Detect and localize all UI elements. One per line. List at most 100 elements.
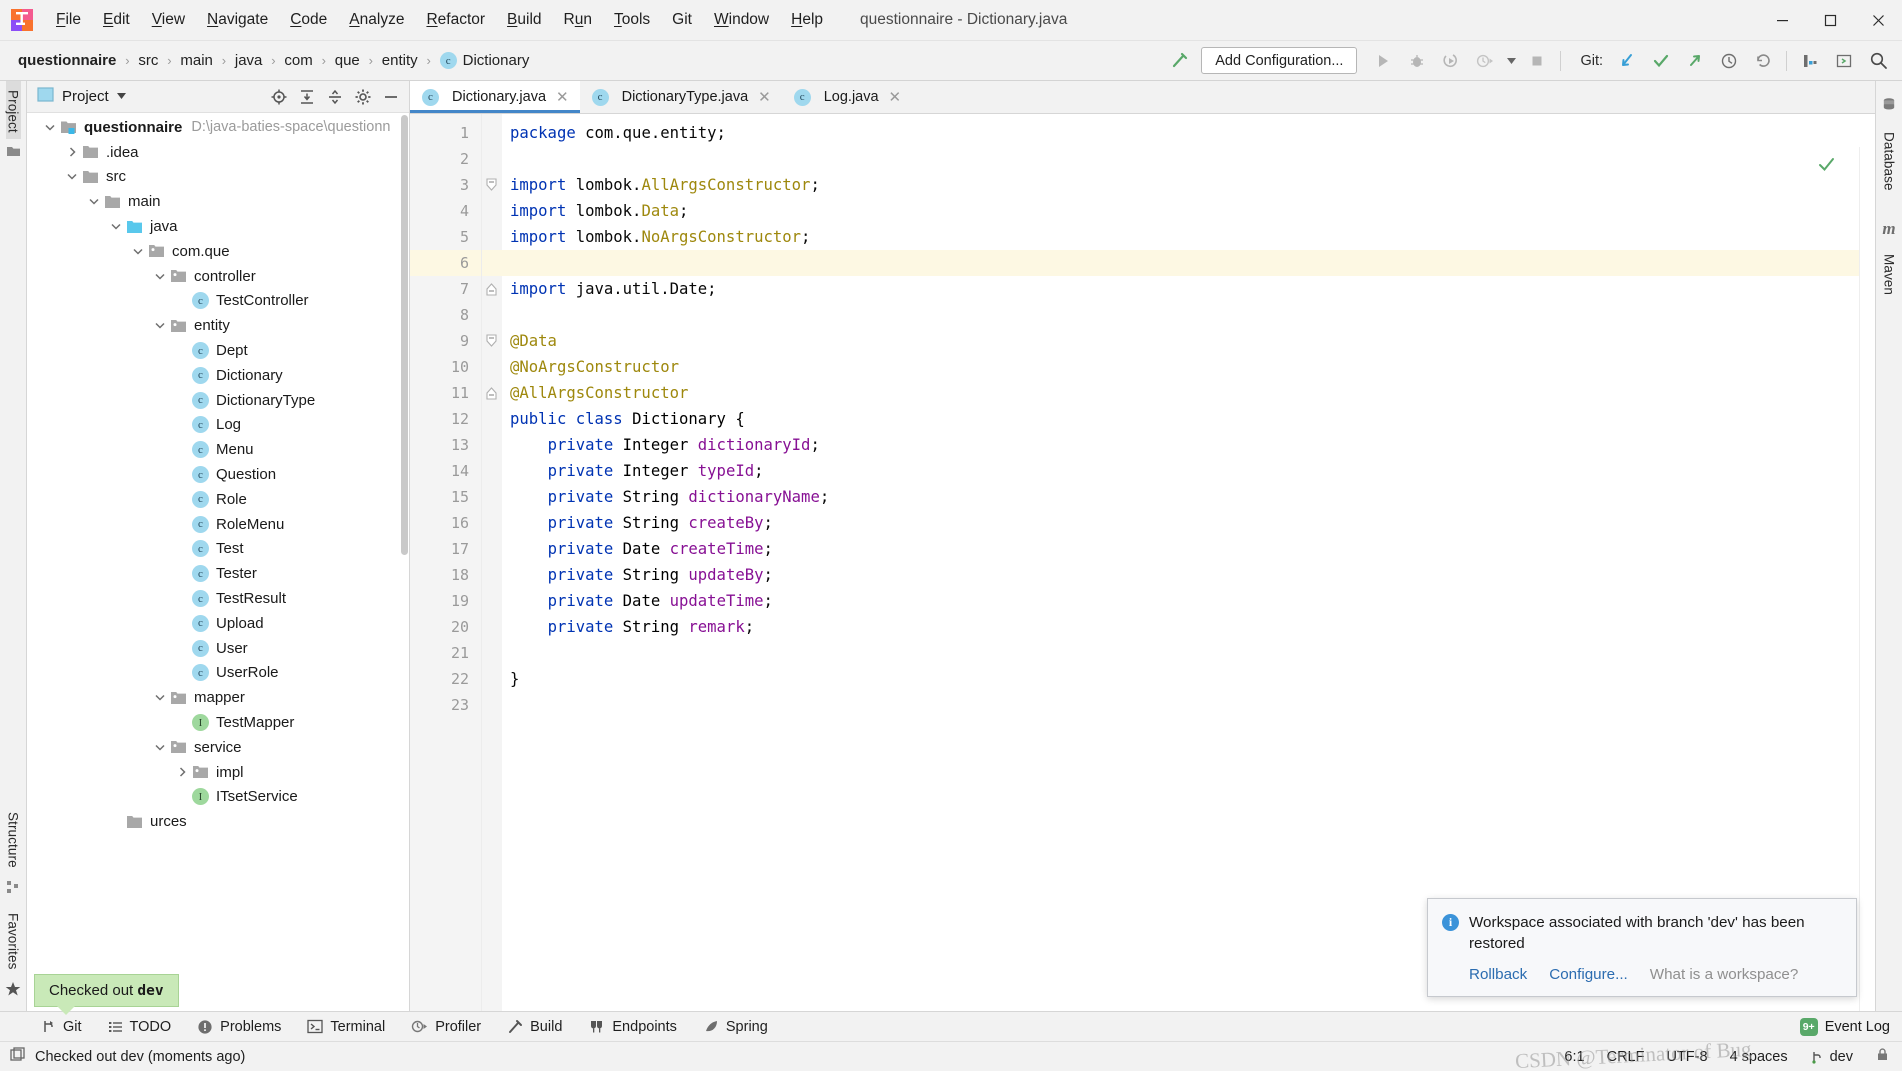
error-stripe-gutter[interactable] bbox=[1859, 147, 1875, 1011]
tree-expand-arrow[interactable] bbox=[129, 248, 147, 255]
tree-node-mapper[interactable]: mapper bbox=[27, 685, 409, 710]
fold-marker[interactable] bbox=[482, 172, 502, 198]
git-branch-widget[interactable]: dev bbox=[1810, 1049, 1853, 1065]
code-line[interactable]: import lombok.NoArgsConstructor; bbox=[510, 224, 1875, 250]
tree-node--idea[interactable]: .idea bbox=[27, 140, 409, 165]
tree-node-entity[interactable]: entity bbox=[27, 313, 409, 338]
close-icon[interactable]: ✕ bbox=[758, 88, 771, 106]
search-icon[interactable] bbox=[1862, 46, 1894, 76]
code-line[interactable]: package com.que.entity; bbox=[510, 120, 1875, 146]
code-line[interactable] bbox=[502, 250, 1875, 276]
tree-expand-arrow[interactable] bbox=[63, 173, 81, 180]
code-line[interactable]: private Integer typeId; bbox=[510, 458, 1875, 484]
code-line[interactable]: import lombok.Data; bbox=[510, 198, 1875, 224]
star-icon[interactable] bbox=[5, 981, 21, 1001]
tree-expand-arrow[interactable] bbox=[85, 198, 103, 205]
add-configuration-button[interactable]: Add Configuration... bbox=[1201, 47, 1357, 74]
breadcrumb-item-0[interactable]: questionnaire bbox=[14, 50, 120, 71]
inspection-ok-icon[interactable] bbox=[1818, 156, 1835, 178]
event-log-button[interactable]: Event Log bbox=[1825, 1019, 1890, 1035]
tree-expand-arrow[interactable] bbox=[63, 147, 81, 157]
run-icon[interactable] bbox=[1367, 46, 1399, 76]
tree-node-testmapper[interactable]: ITestMapper bbox=[27, 710, 409, 735]
tool-tab-todo[interactable]: TODO bbox=[95, 1019, 185, 1035]
tool-tab-git[interactable]: Git bbox=[28, 1019, 95, 1035]
menu-help[interactable]: Help bbox=[780, 7, 834, 33]
code-line[interactable]: private Date createTime; bbox=[510, 536, 1875, 562]
tree-node-java[interactable]: java bbox=[27, 214, 409, 239]
git-rollback-icon[interactable] bbox=[1747, 46, 1779, 76]
menu-build[interactable]: Build bbox=[496, 7, 552, 33]
code-line[interactable]: @NoArgsConstructor bbox=[510, 354, 1875, 380]
rail-button-database[interactable]: Database bbox=[1882, 123, 1897, 197]
stop-icon[interactable] bbox=[1521, 46, 1553, 76]
tree-node-menu[interactable]: cMenu bbox=[27, 437, 409, 462]
structure-icon[interactable] bbox=[6, 880, 20, 898]
configure-link[interactable]: Configure... bbox=[1549, 966, 1628, 983]
code-line[interactable]: public class Dictionary { bbox=[510, 406, 1875, 432]
code-line[interactable]: import lombok.AllArgsConstructor; bbox=[510, 172, 1875, 198]
tree-node-userrole[interactable]: cUserRole bbox=[27, 661, 409, 686]
code-line[interactable]: import java.util.Date; bbox=[510, 276, 1875, 302]
breadcrumb-item-3[interactable]: java bbox=[231, 50, 267, 71]
git-history-icon[interactable] bbox=[1713, 46, 1745, 76]
code-line[interactable]: private Date updateTime; bbox=[510, 588, 1875, 614]
caret-position[interactable]: 6:1 bbox=[1564, 1049, 1584, 1065]
chevron-down-icon[interactable] bbox=[1503, 46, 1519, 76]
code-line[interactable]: private String updateBy; bbox=[510, 562, 1875, 588]
tree-expand-arrow[interactable] bbox=[151, 273, 169, 280]
tree-node-user[interactable]: cUser bbox=[27, 636, 409, 661]
editor-tab-dictionary-java[interactable]: cDictionary.java✕ bbox=[410, 81, 580, 113]
rail-button-structure[interactable]: Structure bbox=[6, 803, 21, 874]
maven-icon[interactable]: m bbox=[1882, 219, 1895, 239]
tree-node-service[interactable]: service bbox=[27, 735, 409, 760]
editor-tab-dictionarytype-java[interactable]: cDictionaryType.java✕ bbox=[580, 81, 782, 113]
status-message[interactable]: Checked out dev (moments ago) bbox=[35, 1049, 245, 1065]
tree-node-questionnaire[interactable]: questionnaireD:\java-baties-space\questi… bbox=[27, 115, 409, 140]
git-push-icon[interactable] bbox=[1679, 46, 1711, 76]
tree-node-urces[interactable]: urces bbox=[27, 809, 409, 834]
code-line[interactable] bbox=[510, 692, 1875, 718]
code-line[interactable] bbox=[510, 640, 1875, 666]
close-button[interactable] bbox=[1854, 0, 1902, 41]
tool-tab-problems[interactable]: Problems bbox=[184, 1019, 294, 1035]
tree-expand-arrow[interactable] bbox=[151, 694, 169, 701]
menu-tools[interactable]: Tools bbox=[603, 7, 661, 33]
breadcrumb-item-file[interactable]: c Dictionary bbox=[436, 50, 534, 71]
tree-expand-arrow[interactable] bbox=[173, 767, 191, 777]
hide-panel-icon[interactable] bbox=[379, 85, 403, 109]
git-commit-icon[interactable] bbox=[1645, 46, 1677, 76]
what-is-a-workspace-link[interactable]: What is a workspace? bbox=[1650, 966, 1799, 983]
folder-icon[interactable] bbox=[6, 145, 21, 162]
tree-node-controller[interactable]: controller bbox=[27, 264, 409, 289]
tree-node-impl[interactable]: impl bbox=[27, 760, 409, 785]
tool-tab-spring[interactable]: Spring bbox=[690, 1019, 781, 1035]
lock-icon[interactable] bbox=[1875, 1047, 1890, 1066]
code-line[interactable]: private String createBy; bbox=[510, 510, 1875, 536]
breadcrumb-item-2[interactable]: main bbox=[176, 50, 217, 71]
menu-file[interactable]: File bbox=[45, 7, 92, 33]
editor-tab-log-java[interactable]: cLog.java✕ bbox=[782, 81, 912, 113]
line-separator[interactable]: CRLF bbox=[1607, 1049, 1645, 1065]
collapse-all-icon[interactable] bbox=[323, 85, 347, 109]
debug-icon[interactable] bbox=[1401, 46, 1433, 76]
tree-expand-arrow[interactable] bbox=[151, 322, 169, 329]
code-line[interactable]: @AllArgsConstructor bbox=[510, 380, 1875, 406]
tree-node-itsetservice[interactable]: IITsetService bbox=[27, 785, 409, 810]
close-icon[interactable]: ✕ bbox=[556, 88, 569, 106]
tool-tab-terminal[interactable]: Terminal bbox=[294, 1019, 398, 1035]
database-icon[interactable] bbox=[1881, 97, 1897, 117]
fold-marker[interactable] bbox=[482, 328, 502, 354]
code-folding-gutter[interactable] bbox=[482, 114, 502, 1011]
fold-marker[interactable] bbox=[482, 276, 502, 302]
breadcrumb-item-1[interactable]: src bbox=[134, 50, 162, 71]
tree-node-tester[interactable]: cTester bbox=[27, 561, 409, 586]
expand-all-icon[interactable] bbox=[295, 85, 319, 109]
code-line[interactable]: } bbox=[510, 666, 1875, 692]
code-line[interactable]: private String dictionaryName; bbox=[510, 484, 1875, 510]
tree-node-test[interactable]: cTest bbox=[27, 537, 409, 562]
code-line[interactable]: private String remark; bbox=[510, 614, 1875, 640]
rollback-link[interactable]: Rollback bbox=[1469, 966, 1527, 983]
source-code[interactable]: package com.que.entity; import lombok.Al… bbox=[502, 114, 1875, 1011]
profile-icon[interactable] bbox=[1469, 46, 1501, 76]
